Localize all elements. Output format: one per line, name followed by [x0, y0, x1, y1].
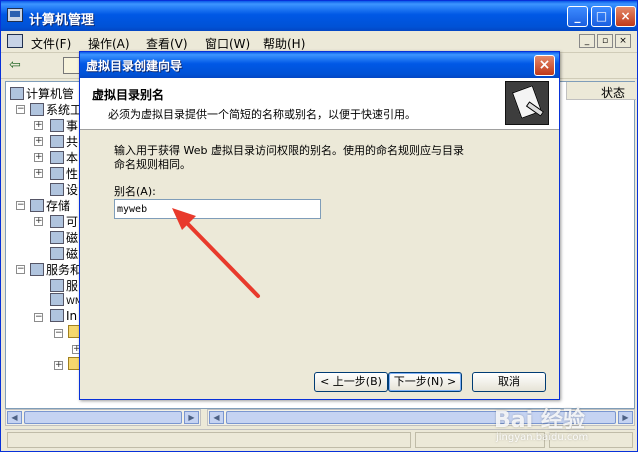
- virtual-directory-wizard: 虚拟目录创建向导 × 虚拟目录别名 必须为虚拟目录提供一个简短的名称或别名，以便…: [79, 51, 560, 400]
- baidu-jingyan-watermark: Bai 经验 jingyan.baidu.com: [488, 396, 638, 452]
- storage-icon: [30, 199, 44, 212]
- tree-item[interactable]: 性: [50, 165, 78, 181]
- tree-item[interactable]: 服务和: [30, 261, 82, 277]
- performance-icon: [50, 167, 64, 180]
- status-column-label: 状态: [601, 86, 626, 100]
- expand-toggle[interactable]: +: [34, 121, 43, 130]
- tree-item[interactable]: In: [50, 309, 77, 325]
- tree-item-label: 服务和: [46, 263, 83, 277]
- cancel-button[interactable]: 取消: [472, 372, 546, 392]
- tree-item[interactable]: 本: [50, 149, 78, 165]
- tree-item-label: 事: [66, 119, 79, 133]
- tree-item-label: 磁: [66, 247, 79, 261]
- wizard-step-title: 虚拟目录别名: [92, 88, 165, 102]
- scroll-thumb[interactable]: [24, 411, 182, 424]
- dialog-close-button[interactable]: ×: [534, 55, 555, 76]
- expand-toggle[interactable]: +: [34, 153, 43, 162]
- tree-item[interactable]: 服: [50, 277, 78, 293]
- back-button[interactable]: < 上一步(B): [314, 372, 388, 392]
- system-tools-icon: [30, 103, 44, 116]
- status-column-header[interactable]: 状态: [566, 82, 636, 100]
- device-manager-icon: [50, 183, 64, 196]
- tree-item-label: 性: [66, 167, 79, 181]
- alias-label: 别名(A):: [114, 185, 156, 198]
- tree-item-label: 磁: [66, 231, 79, 245]
- collapse-toggle[interactable]: −: [16, 201, 25, 210]
- minimize-button[interactable]: _: [567, 6, 588, 27]
- watermark-logo: Bai 经验: [494, 408, 585, 433]
- expand-toggle[interactable]: +: [34, 137, 43, 146]
- tree-item[interactable]: 磁: [50, 229, 78, 245]
- maximize-button[interactable]: □: [591, 6, 612, 27]
- close-button[interactable]: ×: [615, 6, 636, 27]
- menu-file[interactable]: 文件(F): [31, 35, 71, 52]
- tree-root-label: 计算机管: [26, 87, 75, 101]
- dialog-titlebar[interactable]: 虚拟目录创建向导 ×: [80, 52, 559, 78]
- menu-window[interactable]: 窗口(W): [205, 35, 250, 52]
- alias-description: 输入用于获得 Web 虚拟目录访问权限的别名。使用的命名规则应与目录命名规则相同…: [114, 144, 464, 171]
- collapse-toggle[interactable]: −: [16, 265, 25, 274]
- services-icon: [50, 279, 64, 292]
- watermark-url: jingyan.baidu.com: [496, 432, 589, 443]
- wmi-icon: [50, 293, 64, 306]
- tree-item-label: 存储: [46, 199, 71, 213]
- disk-management-icon: [50, 247, 64, 260]
- tree-item-label: 共: [66, 135, 79, 149]
- tree-item[interactable]: 设: [50, 181, 78, 197]
- scroll-left-icon[interactable]: ◀: [209, 411, 224, 424]
- services-apps-icon: [30, 263, 44, 276]
- menu-help[interactable]: 帮助(H): [263, 35, 305, 52]
- menu-view[interactable]: 查看(V): [146, 35, 188, 52]
- tree-item[interactable]: 可: [50, 213, 78, 229]
- removable-storage-icon: [50, 215, 64, 228]
- menu-action[interactable]: 操作(A): [88, 35, 130, 52]
- tree-item[interactable]: 事: [50, 117, 78, 133]
- alias-input[interactable]: [114, 199, 321, 219]
- tree-item-label: 系统工: [46, 103, 83, 117]
- expand-toggle[interactable]: +: [34, 169, 43, 178]
- mdi-close-button[interactable]: ×: [615, 34, 631, 48]
- computer-icon: [10, 87, 24, 100]
- back-arrow-icon[interactable]: ⇦: [9, 57, 21, 73]
- tree-horizontal-scrollbar[interactable]: ◀ ▶: [5, 409, 201, 426]
- mdi-restore-button[interactable]: ▫: [597, 34, 613, 48]
- disk-defrag-icon: [50, 231, 64, 244]
- collapse-toggle[interactable]: −: [54, 329, 63, 338]
- tree-item-label: 设: [66, 183, 79, 197]
- tree-item[interactable]: 系统工: [30, 101, 82, 117]
- iis-icon: [50, 309, 64, 322]
- computer-management-icon: [7, 8, 23, 22]
- wizard-step-subtitle: 必须为虚拟目录提供一个简短的名称或别名，以便于快速引用。: [108, 108, 416, 121]
- tree-item[interactable]: 磁: [50, 245, 78, 261]
- main-titlebar[interactable]: 计算机管理 _ □ ×: [1, 1, 637, 31]
- window-title: 计算机管理: [29, 13, 95, 28]
- expand-toggle[interactable]: +: [54, 361, 63, 370]
- collapse-toggle[interactable]: −: [16, 105, 25, 114]
- event-viewer-icon: [50, 119, 64, 132]
- tree-item[interactable]: 存储: [30, 197, 70, 213]
- tree-item-label: 服: [66, 279, 79, 293]
- menu-bar: 文件(F) 操作(A) 查看(V) 窗口(W) 帮助(H) _ ▫ ×: [1, 31, 637, 53]
- next-button[interactable]: 下一步(N) >: [388, 372, 462, 392]
- status-segment: [7, 432, 411, 448]
- tree-item-label: In: [66, 309, 78, 323]
- tree-item[interactable]: WM: [50, 293, 83, 309]
- tree-root[interactable]: 计算机管: [10, 85, 74, 101]
- scroll-left-icon[interactable]: ◀: [7, 411, 22, 424]
- mmc-icon[interactable]: [7, 34, 23, 48]
- collapse-toggle[interactable]: −: [34, 313, 43, 322]
- tree-item[interactable]: 共: [50, 133, 78, 149]
- wizard-icon: [505, 81, 549, 125]
- expand-toggle[interactable]: +: [34, 217, 43, 226]
- scroll-right-icon[interactable]: ▶: [184, 411, 199, 424]
- dialog-title: 虚拟目录创建向导: [86, 59, 183, 73]
- mdi-minimize-button[interactable]: _: [579, 34, 595, 48]
- tree-item-label: 可: [66, 215, 79, 229]
- tree-item-label: 本: [66, 151, 79, 165]
- wizard-header: 虚拟目录别名 必须为虚拟目录提供一个简短的名称或别名，以便于快速引用。: [80, 78, 559, 130]
- shared-folder-icon: [50, 135, 64, 148]
- users-icon: [50, 151, 64, 164]
